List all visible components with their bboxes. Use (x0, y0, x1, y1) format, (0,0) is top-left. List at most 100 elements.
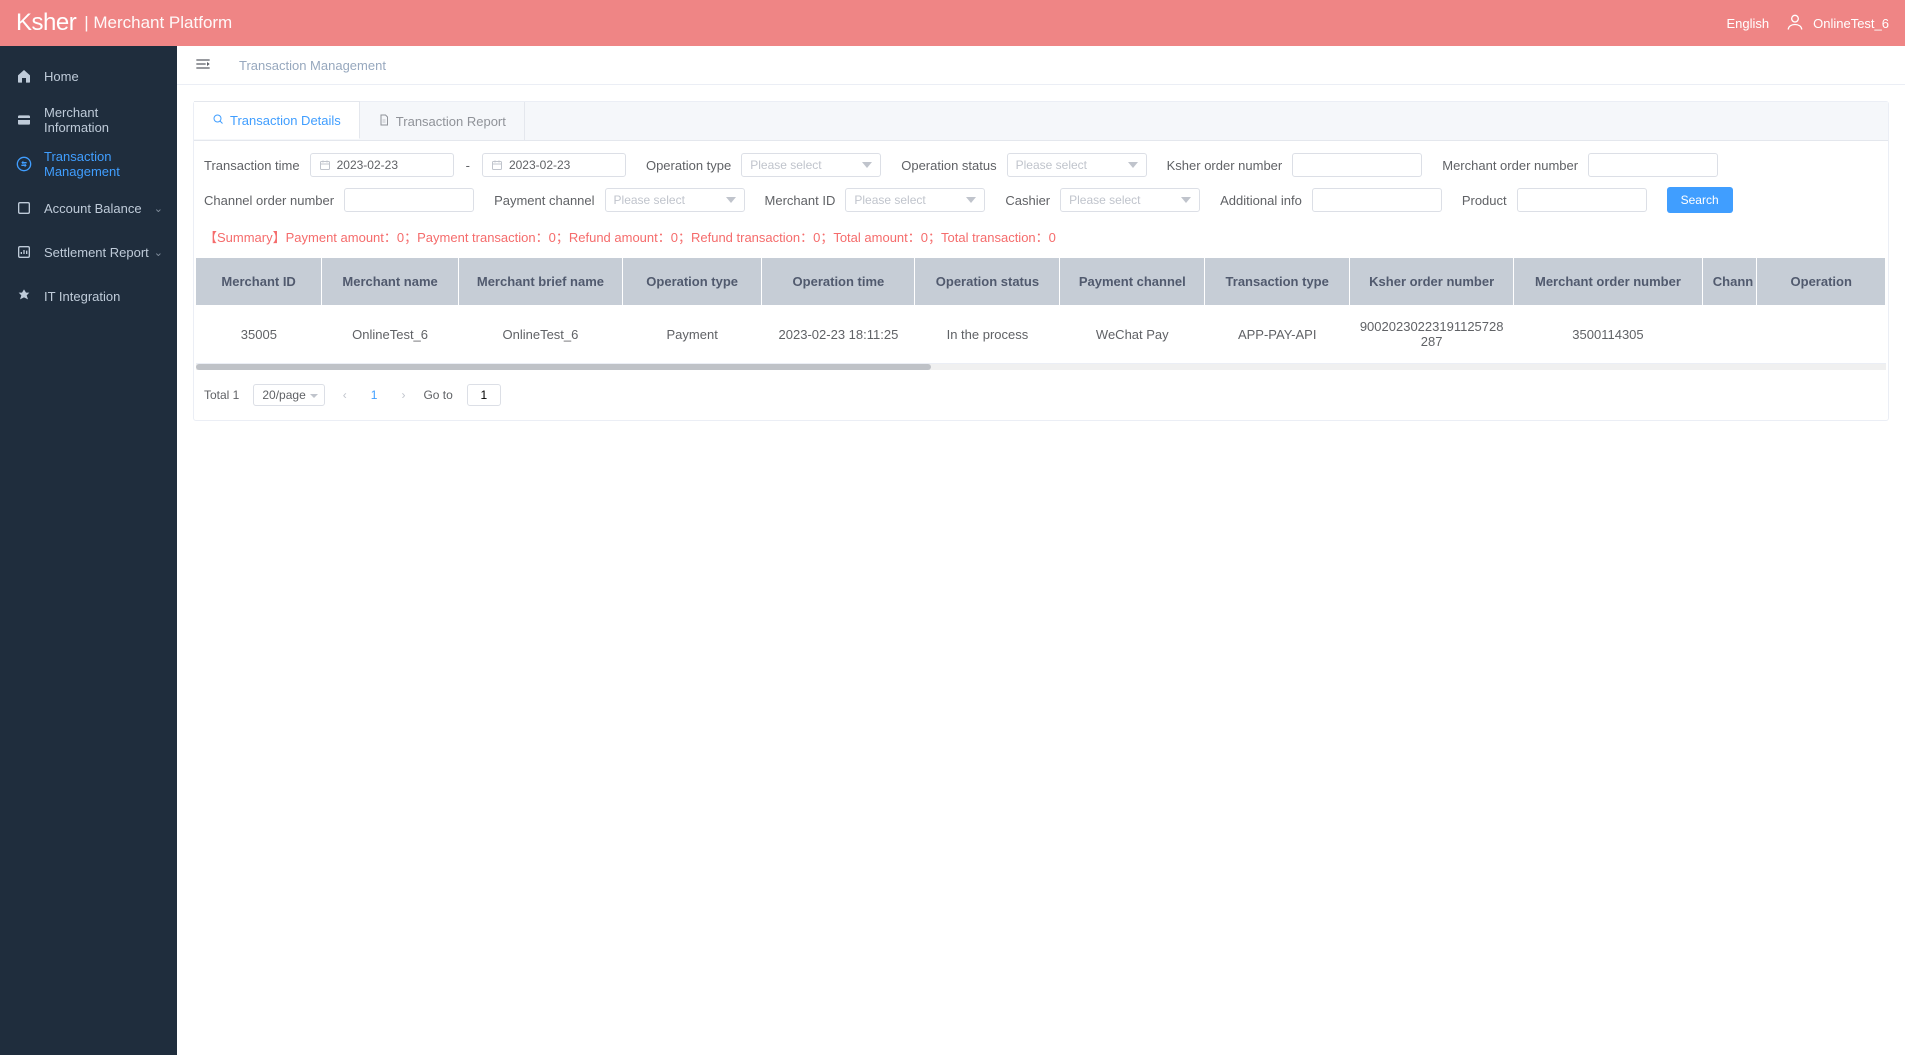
sidebar-item-label: Home (44, 69, 79, 84)
sidebar-item-label: Merchant Information (44, 105, 161, 135)
th-payment-channel: Payment channel (1060, 258, 1205, 305)
cashier-label: Cashier (1005, 193, 1050, 208)
brand-subtitle: | Merchant Platform (84, 13, 232, 33)
date-to-input[interactable]: 2023-02-23 (482, 153, 626, 177)
cell-operation (1757, 305, 1886, 364)
channel-order-input[interactable] (344, 188, 474, 212)
cell-pay-channel: WeChat Pay (1060, 305, 1205, 364)
home-icon (16, 68, 32, 84)
sidebar-item-account-balance[interactable]: Account Balance ⌄ (0, 186, 177, 230)
user-menu[interactable]: OnlineTest_6 (1785, 12, 1889, 35)
cell-channel (1702, 305, 1757, 364)
user-name: OnlineTest_6 (1813, 16, 1889, 31)
horizontal-scrollbar[interactable] (196, 364, 1886, 370)
ksher-order-input[interactable] (1292, 153, 1422, 177)
breadcrumb-title: Transaction Management (239, 58, 386, 73)
sidebar-item-it-integration[interactable]: IT Integration (0, 274, 177, 318)
prev-page[interactable]: ‹ (339, 388, 351, 402)
th-operation-time: Operation time (762, 258, 915, 305)
cell-merchant-order: 3500114305 (1514, 305, 1703, 364)
cell-merchant-name: OnlineTest_6 (322, 305, 459, 364)
operation-type-select[interactable]: Please select (741, 153, 881, 177)
ksher-order-label: Ksher order number (1167, 158, 1283, 173)
brand-logo: Ksher (16, 9, 76, 37)
date-range-dash: - (466, 158, 470, 173)
cell-op-status: In the process (915, 305, 1060, 364)
cell-merchant-brief: OnlineTest_6 (458, 305, 622, 364)
balance-icon (16, 200, 32, 216)
date-from-input[interactable]: 2023-02-23 (310, 153, 454, 177)
th-merchant-id: Merchant ID (196, 258, 322, 305)
th-merchant-name: Merchant name (322, 258, 459, 305)
cell-ksher-order: 90020230223191125728287 (1350, 305, 1514, 364)
exchange-icon (16, 156, 32, 172)
transaction-card: Transaction Details Transaction Report T… (193, 101, 1889, 421)
sidebar-item-label: IT Integration (44, 289, 120, 304)
channel-order-label: Channel order number (204, 193, 334, 208)
th-operation-type: Operation type (622, 258, 761, 305)
transaction-time-label: Transaction time (204, 158, 300, 173)
language-selector[interactable]: English (1726, 16, 1769, 31)
report-icon (16, 244, 32, 260)
payment-channel-select[interactable]: Please select (605, 188, 745, 212)
goto-label: Go to (423, 388, 452, 402)
sidebar-item-label: Account Balance (44, 201, 142, 216)
th-ksher-order: Ksher order number (1350, 258, 1514, 305)
user-icon (1785, 12, 1805, 35)
tab-label: Transaction Report (396, 114, 506, 129)
sidebar-item-home[interactable]: Home (0, 54, 177, 98)
cell-op-type: Payment (622, 305, 761, 364)
sidebar-item-label: Transaction Management (44, 149, 161, 179)
card-icon (16, 112, 32, 128)
scrollbar-thumb[interactable] (196, 364, 931, 370)
filter-bar: Transaction time 2023-02-23 - 2023-02-23… (194, 141, 1888, 213)
cell-merchant-id: 35005 (196, 305, 322, 364)
additional-info-label: Additional info (1220, 193, 1302, 208)
sidebar-item-transaction-mgmt[interactable]: Transaction Management (0, 142, 177, 186)
additional-info-input[interactable] (1312, 188, 1442, 212)
table-scroll-wrap[interactable]: Merchant ID Merchant name Merchant brief… (196, 258, 1886, 364)
sidebar-item-merchant-info[interactable]: Merchant Information (0, 98, 177, 142)
app-header: Ksher | Merchant Platform English Online… (0, 0, 1905, 46)
merchant-id-select[interactable]: Please select (845, 188, 985, 212)
merchant-id-label: Merchant ID (765, 193, 836, 208)
transaction-table: Merchant ID Merchant name Merchant brief… (196, 258, 1886, 364)
breadcrumb: Transaction Management (177, 46, 1905, 85)
th-transaction-type: Transaction type (1205, 258, 1350, 305)
th-operation: Operation (1757, 258, 1886, 305)
th-operation-status: Operation status (915, 258, 1060, 305)
chevron-down-icon: ⌄ (154, 246, 163, 259)
search-button[interactable]: Search (1667, 187, 1733, 213)
pagination: Total 1 20/page ‹ 1 › Go to (194, 370, 1888, 420)
sidebar-item-label: Settlement Report (44, 245, 149, 260)
product-input[interactable] (1517, 188, 1647, 212)
th-merchant-brief: Merchant brief name (458, 258, 622, 305)
cell-op-time: 2023-02-23 18:11:25 (762, 305, 915, 364)
total-label: Total 1 (204, 388, 239, 402)
sidebar-toggle-icon[interactable] (195, 57, 211, 74)
chevron-down-icon: ⌄ (154, 202, 163, 215)
th-merchant-order: Merchant order number (1514, 258, 1703, 305)
tab-transaction-details[interactable]: Transaction Details (194, 101, 360, 139)
tab-label: Transaction Details (230, 113, 341, 128)
goto-input[interactable] (467, 384, 501, 406)
operation-type-label: Operation type (646, 158, 731, 173)
operation-status-select[interactable]: Please select (1007, 153, 1147, 177)
payment-channel-label: Payment channel (494, 193, 594, 208)
merchant-order-input[interactable] (1588, 153, 1718, 177)
next-page[interactable]: › (397, 388, 409, 402)
cashier-select[interactable]: Please select (1060, 188, 1200, 212)
page-size-select[interactable]: 20/page (253, 384, 324, 406)
sidebar: Home Merchant Information Transaction Ma… (0, 46, 177, 1055)
product-label: Product (1462, 193, 1507, 208)
th-channel: Chann (1702, 258, 1757, 305)
summary-text: 【Summary】Payment amount：0；Payment transa… (194, 213, 1888, 258)
page-number[interactable]: 1 (365, 388, 384, 402)
operation-status-label: Operation status (901, 158, 996, 173)
merchant-order-label: Merchant order number (1442, 158, 1578, 173)
details-icon (212, 113, 224, 128)
plugin-icon (16, 288, 32, 304)
tab-transaction-report[interactable]: Transaction Report (360, 102, 525, 140)
sidebar-item-settlement-report[interactable]: Settlement Report ⌄ (0, 230, 177, 274)
table-row[interactable]: 35005 OnlineTest_6 OnlineTest_6 Payment … (196, 305, 1886, 364)
